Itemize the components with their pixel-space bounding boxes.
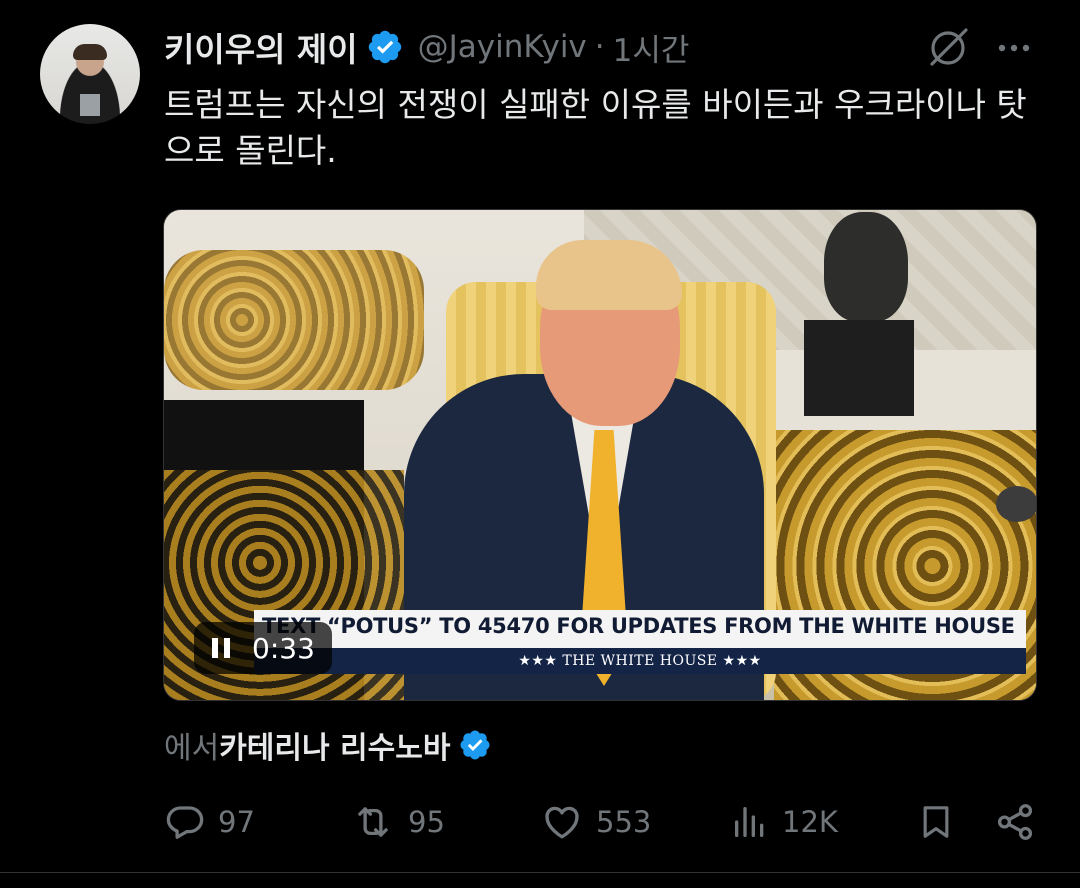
video-lower-third-banner: TEXT “POTUS” TO 45470 FOR UPDATES FROM T… (254, 610, 1026, 674)
attribution: 에서 카테리나 리수노바 (164, 722, 492, 768)
separator-dot: · (594, 29, 605, 65)
grok-icon[interactable] (924, 24, 972, 72)
avatar[interactable] (40, 24, 140, 124)
video-controls[interactable]: 0:33 (194, 622, 332, 674)
banner-subtext: ★★★ THE WHITE HOUSE ★★★ (518, 653, 762, 669)
bookmark-icon (923, 806, 949, 838)
repost-icon (358, 807, 388, 837)
attribution-prefix: 에서 (164, 731, 220, 766)
verified-badge-icon (458, 728, 492, 762)
timestamp[interactable]: 1시간 (613, 25, 690, 70)
reply-button[interactable]: 97 (164, 796, 255, 848)
repost-button[interactable]: 95 (350, 796, 445, 848)
handle[interactable]: @JayinKyiv (418, 29, 587, 65)
pause-icon[interactable] (208, 635, 234, 661)
reply-icon (166, 806, 204, 839)
action-bar: 97 95 553 12K (0, 796, 1080, 848)
like-button[interactable]: 553 (540, 796, 651, 848)
video-player[interactable]: TEXT “POTUS” TO 45470 FOR UPDATES FROM T… (163, 209, 1037, 701)
tweet-text: 트럼프는 자신의 전쟁이 실패한 이유를 바이든과 우크라이나 탓으로 돌린다. (164, 85, 1027, 170)
share-icon (997, 804, 1033, 840)
like-icon (545, 806, 579, 839)
tweet-header: 키이우의 제이 @JayinKyiv · 1시간 (164, 24, 689, 70)
display-name[interactable]: 키이우의 제이 (164, 23, 358, 71)
divider (0, 872, 1080, 873)
verified-badge-icon (366, 28, 404, 66)
views-icon (735, 807, 764, 837)
reply-count: 97 (218, 805, 255, 839)
share-button[interactable] (994, 796, 1036, 848)
video-time: 0:33 (252, 631, 315, 665)
like-count: 553 (596, 805, 652, 839)
repost-count: 95 (408, 805, 445, 839)
attribution-name[interactable]: 카테리나 리수노바 (219, 723, 450, 767)
banner-text: TEXT “POTUS” TO 45470 FOR UPDATES FROM T… (262, 614, 1015, 638)
bookmark-button[interactable] (916, 796, 956, 848)
views-count: 12K (782, 805, 838, 839)
views-button[interactable]: 12K (730, 796, 838, 848)
more-icon[interactable] (994, 36, 1034, 60)
